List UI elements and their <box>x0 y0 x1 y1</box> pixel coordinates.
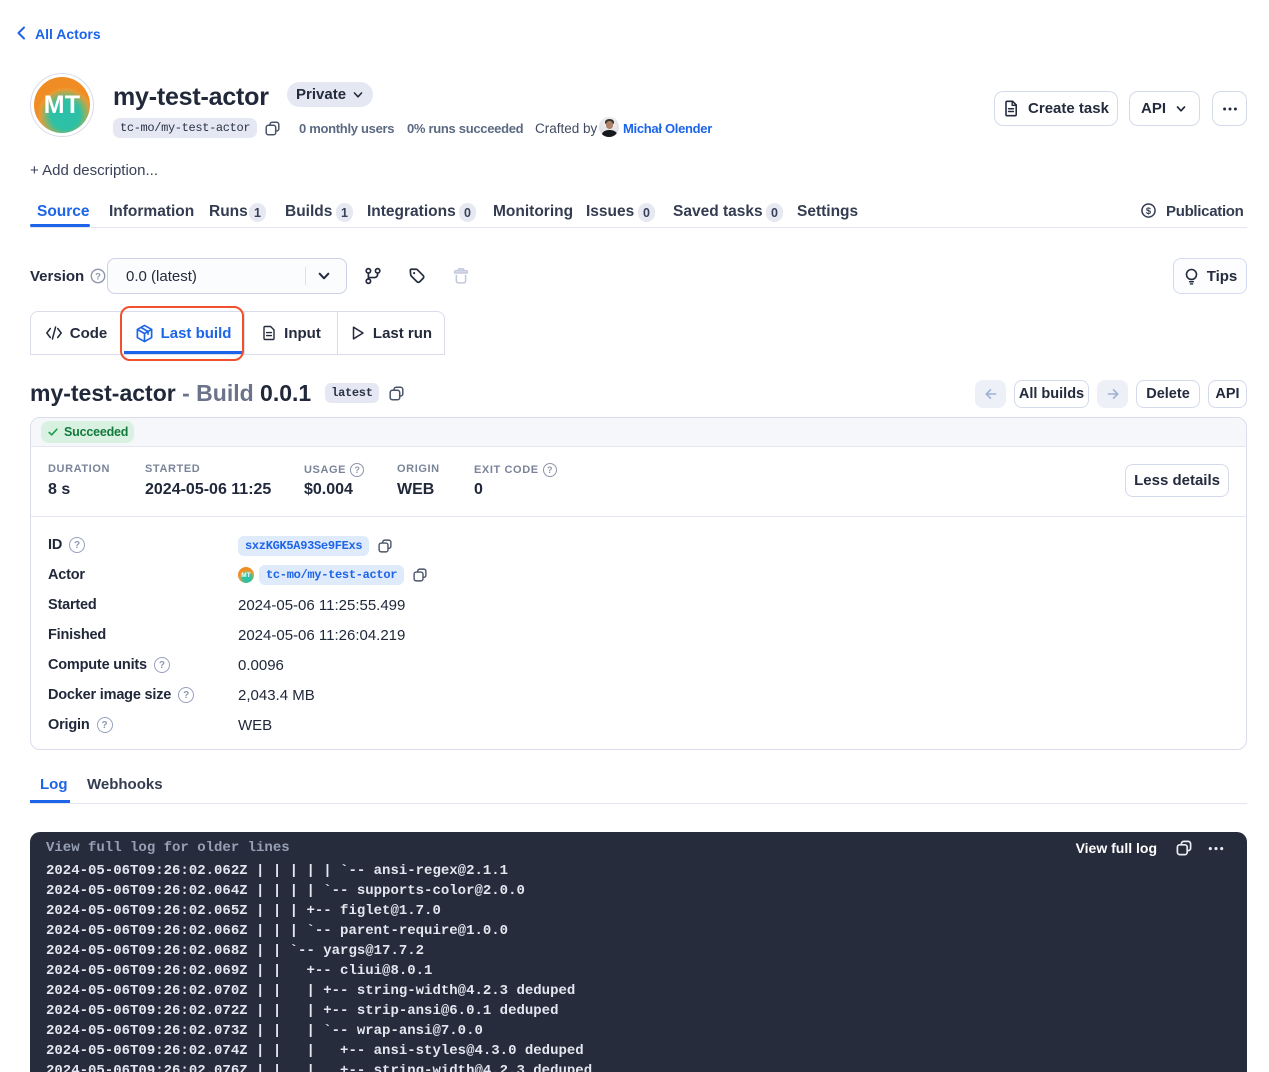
svg-text:?: ? <box>95 271 101 282</box>
svg-text:$: $ <box>1146 206 1152 216</box>
